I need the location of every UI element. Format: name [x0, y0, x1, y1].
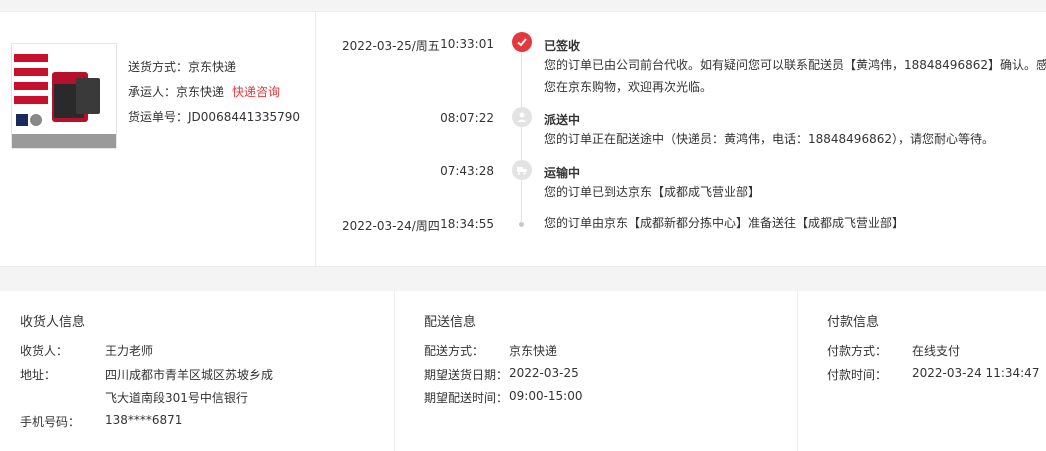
- delivery-info-title: 配送信息: [424, 315, 477, 330]
- delivery-info: 配送信息 配送方式： 京东快递 期望送货日期： 2022-03-25 期望配送时间：…: [394, 291, 797, 451]
- track-description: 您的订单正在配送途中（快递员：黄鸿伟，电话：18848496862），请您耐心等…: [544, 132, 994, 146]
- track-status-title: 运输中: [544, 166, 581, 180]
- track-status-title: 已签收: [544, 39, 581, 53]
- receiver-phone-row: 手机号码： 138****6871: [20, 413, 182, 430]
- waybill-label: 货运单号：: [128, 110, 189, 124]
- timeline-connector: [521, 50, 522, 222]
- payment-time-value: 2022-03-24 11:34:47: [912, 366, 1040, 380]
- timeline-dot-icon: [519, 222, 524, 227]
- payment-method-row: 付款方式： 在线支付: [827, 342, 960, 359]
- delivery-method-row: 配送方式： 京东快递: [424, 342, 557, 359]
- delivery-date-label: 期望送货日期：: [424, 368, 509, 382]
- track-time: 08:07:22: [440, 111, 494, 125]
- tracking-timeline: 2022-03-25/周五 10:33:01 已签收 您的订单已由公司前台代收。…: [316, 12, 1046, 266]
- receiver-address-line1: 四川成都市青羊区城区苏坡乡成: [105, 368, 274, 382]
- track-time: 07:43:28: [440, 164, 494, 178]
- sd-card-illustration: [12, 44, 116, 148]
- courier-consult-link[interactable]: 快递咨询: [232, 85, 280, 99]
- track-description: 您的订单已到达京东【成都成飞营业部】: [544, 185, 761, 199]
- receiver-name-value: 王力老师: [105, 344, 154, 358]
- shipping-method-value: 京东快递: [188, 60, 237, 74]
- truck-icon: [512, 160, 532, 180]
- delivery-method-value: 京东快递: [509, 344, 558, 358]
- receiver-address-line2: 飞大道南段301号中信银行: [105, 391, 248, 405]
- payment-method-value: 在线支付: [912, 344, 961, 358]
- receiver-info: 收货人信息 收货人： 王力老师 地址： 四川成都市青羊区城区苏坡乡成 飞大道南段30…: [0, 291, 394, 451]
- carrier-value: 京东快递: [176, 85, 225, 99]
- track-time: 10:33:01: [440, 37, 494, 51]
- delivery-method-label: 配送方式：: [424, 344, 485, 358]
- shipping-method-row: 送货方式：京东快递: [128, 58, 236, 75]
- courier-icon: [512, 107, 532, 127]
- shipment-panel: 送货方式：京东快递 承运人：京东快递 快递咨询 货运单号：JD0068441335…: [0, 11, 1046, 267]
- payment-time-row: 付款时间： 2022-03-24 11:34:47: [827, 366, 1039, 383]
- shipping-method-label: 送货方式：: [128, 60, 189, 74]
- waybill-row: 货运单号：JD0068441335790: [128, 108, 300, 125]
- track-date: 2022-03-25/周五: [342, 39, 440, 53]
- receiver-address-label: 地址：: [20, 368, 57, 382]
- carrier-label: 承运人：: [128, 85, 177, 99]
- receiver-phone-value: 138****6871: [105, 413, 183, 427]
- receiver-phone-label: 手机号码：: [20, 415, 81, 429]
- receiver-info-title: 收货人信息: [20, 315, 86, 330]
- check-icon: [512, 32, 532, 52]
- delivery-time-row: 期望配送时间： 09:00-15:00: [424, 389, 583, 406]
- track-description-continued: 您在京东购物，欢迎再次光临。: [544, 80, 713, 94]
- shipment-summary: 送货方式：京东快递 承运人：京东快递 快递咨询 货运单号：JD0068441335…: [0, 12, 316, 266]
- payment-info: 付款信息 付款方式： 在线支付 付款时间： 2022-03-24 11:34:47: [797, 291, 1046, 451]
- carrier-row: 承运人：京东快递 快递咨询: [128, 83, 280, 100]
- delivery-date-row: 期望送货日期： 2022-03-25: [424, 366, 579, 383]
- payment-method-label: 付款方式：: [827, 344, 888, 358]
- track-description: 您的订单已由公司前台代收。如有疑问您可以联系配送员【黄鸿伟，1884849686…: [544, 58, 1046, 72]
- receiver-name-row: 收货人： 王力老师: [20, 342, 153, 359]
- delivery-date-value: 2022-03-25: [509, 366, 579, 380]
- delivery-time-label: 期望配送时间：: [424, 391, 509, 405]
- top-strip: [0, 0, 1046, 11]
- receiver-name-label: 收货人：: [20, 344, 69, 358]
- section-divider: [0, 267, 1046, 291]
- track-description: 您的订单由京东【成都新都分拣中心】准备送往【成都成飞营业部】: [544, 216, 905, 230]
- receiver-address-row: 地址： 四川成都市青羊区城区苏坡乡成: [20, 366, 273, 383]
- track-time: 18:34:55: [440, 217, 494, 231]
- order-info-panel: 收货人信息 收货人： 王力老师 地址： 四川成都市青羊区城区苏坡乡成 飞大道南段30…: [0, 291, 1046, 451]
- payment-time-label: 付款时间：: [827, 368, 888, 382]
- track-date: 2022-03-24/周四: [342, 219, 440, 233]
- payment-info-title: 付款信息: [827, 315, 880, 330]
- waybill-number: JD0068441335790: [188, 110, 301, 124]
- delivery-time-value: 09:00-15:00: [509, 389, 583, 403]
- track-status-title: 派送中: [544, 113, 581, 127]
- product-image[interactable]: [11, 43, 117, 149]
